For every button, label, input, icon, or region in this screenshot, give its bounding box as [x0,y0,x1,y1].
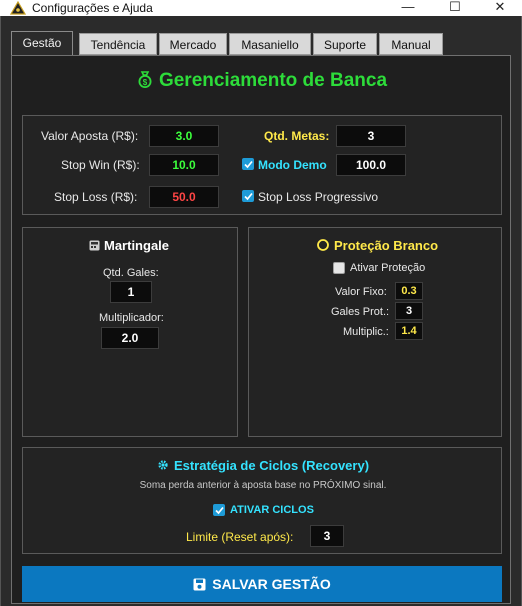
ciclos-title: Estratégia de Ciclos (Recovery) [23,458,503,473]
qtd-metas-label: Qtd. Metas: [264,129,330,143]
save-button-label: SALVAR GESTÃO [212,576,331,592]
qtd-metas-field[interactable]: 3 [336,125,406,147]
checkmark-icon [244,160,253,169]
valor-aposta-field[interactable]: 3.0 [149,125,219,147]
checkmark-icon [244,192,253,201]
limite-label: Limite (Reset após): [186,530,294,544]
protecao-branco-panel: Proteção Branco Ativar Proteção Valor Fi… [248,227,502,437]
settings-window: Gestão Tendência Mercado Masaniello Supo… [0,16,522,606]
multiplicador-label: Multiplicador: [99,312,164,324]
svg-text:$: $ [143,78,148,87]
ativar-protecao-checkbox[interactable] [333,262,345,274]
gales-prot-label: Gales Prot.: [331,306,390,318]
close-button[interactable]: ✕ [477,0,522,16]
multiplic-field[interactable]: 1.4 [395,322,423,340]
martingale-title-text: Martingale [104,238,170,253]
window-title: Configurações e Ajuda [32,1,153,15]
multiplic-label: Multiplic.: [343,326,389,338]
limite-field[interactable]: 3 [310,525,344,547]
gestao-panel: $ Gerenciamento de Banca Valor Aposta (R… [11,55,511,604]
ciclos-title-text: Estratégia de Ciclos (Recovery) [173,458,370,473]
circle-icon [317,239,329,251]
ativar-ciclos-checkbox[interactable] [213,504,225,516]
stop-loss-label: Stop Loss (R$): [54,190,138,204]
valor-fixo-label: Valor Fixo: [335,286,387,298]
valor-aposta-label: Valor Aposta (R$): [41,129,139,143]
checkmark-icon [215,506,224,515]
tab-tendencia[interactable]: Tendência [79,33,157,55]
gear-icon [158,460,168,470]
page-title: $ Gerenciamento de Banca [12,70,512,92]
money-bag-icon: $ [138,71,152,88]
page-title-text: Gerenciamento de Banca [158,70,388,91]
modo-demo-field[interactable]: 100.0 [336,154,406,176]
stop-loss-progressivo-label: Stop Loss Progressivo [258,190,379,204]
maximize-button[interactable]: ☐ [432,0,478,16]
protecao-title-text: Proteção Branco [334,238,439,253]
martingale-panel: Martingale Qtd. Gales: 1 Multiplicador: … [22,227,238,437]
stop-loss-field[interactable]: 50.0 [149,186,219,208]
valor-fixo-field[interactable]: 0.3 [395,282,423,300]
save-button[interactable]: SALVAR GESTÃO [22,566,502,602]
martingale-title: Martingale [89,238,169,253]
multiplicador-field[interactable]: 2.0 [101,327,159,349]
modo-demo-label: Modo Demo [258,158,327,172]
stop-loss-progressivo-checkbox[interactable] [242,190,254,202]
modo-demo-checkbox[interactable] [242,158,254,170]
tab-masaniello[interactable]: Masaniello [229,33,311,55]
qtd-gales-field[interactable]: 1 [110,281,152,303]
ciclos-panel: Estratégia de Ciclos (Recovery) Soma per… [22,447,502,554]
title-bar: Configurações e Ajuda — ☐ ✕ [0,0,522,16]
ciclos-description: Soma perda anterior à aposta base no PRÓ… [139,480,387,491]
tab-gestao[interactable]: Gestão [11,31,73,56]
ativar-protecao-label: Ativar Proteção [350,262,426,274]
stop-win-field[interactable]: 10.0 [149,154,219,176]
tab-suporte[interactable]: Suporte [313,33,377,55]
calculator-icon [89,240,100,251]
save-disk-icon [193,578,206,591]
qtd-gales-label: Qtd. Gales: [103,267,159,279]
gales-prot-field[interactable]: 3 [395,302,423,320]
app-logo-icon [10,1,26,15]
protecao-title: Proteção Branco [317,238,438,253]
tab-manual[interactable]: Manual [379,33,443,55]
ativar-ciclos-label: ATIVAR CICLOS [230,504,314,516]
banca-panel: Valor Aposta (R$): 3.0 Stop Win (R$): 10… [22,115,502,215]
tab-mercado[interactable]: Mercado [159,33,227,55]
minimize-button[interactable]: — [385,0,431,16]
stop-win-label: Stop Win (R$): [61,158,140,172]
